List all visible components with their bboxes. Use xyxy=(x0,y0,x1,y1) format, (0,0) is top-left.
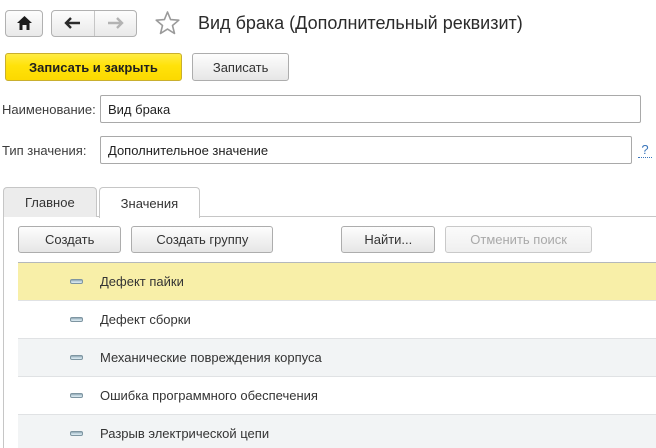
history-nav xyxy=(51,10,137,37)
create-group-button[interactable]: Создать группу xyxy=(131,226,273,253)
command-bar: Записать и закрыть Записать xyxy=(0,38,656,81)
back-button[interactable] xyxy=(52,11,94,36)
name-input[interactable] xyxy=(100,95,641,123)
list-item-label: Дефект сборки xyxy=(100,312,191,327)
help-link[interactable]: ? xyxy=(638,142,652,158)
back-arrow-icon xyxy=(64,17,82,29)
list-item[interactable]: Разрыв электрической цепи xyxy=(18,415,656,448)
forward-button[interactable] xyxy=(94,11,137,36)
values-panel: Создать Создать группу Найти... Отменить… xyxy=(3,217,656,448)
title-bar: Вид брака (Дополнительный реквизит) xyxy=(0,0,656,38)
home-icon xyxy=(16,15,33,31)
value-list: Дефект пайки Дефект сборки Механические … xyxy=(18,262,656,448)
value-element-icon xyxy=(70,393,83,398)
value-element-icon xyxy=(70,431,83,436)
list-item-label: Дефект пайки xyxy=(100,274,184,289)
find-button[interactable]: Найти... xyxy=(341,226,435,253)
value-element-icon xyxy=(70,317,83,322)
value-element-icon xyxy=(70,279,83,284)
type-field-row: Тип значения: ? xyxy=(2,136,656,164)
create-button[interactable]: Создать xyxy=(18,226,121,253)
tab-main[interactable]: Главное xyxy=(3,187,97,217)
name-field-row: Наименование: xyxy=(2,95,656,123)
type-label: Тип значения: xyxy=(2,143,100,158)
favorite-star-icon[interactable] xyxy=(154,10,181,36)
cancel-search-button[interactable]: Отменить поиск xyxy=(445,226,592,253)
list-item-label: Механические повреждения корпуса xyxy=(100,350,322,365)
list-item[interactable]: Ошибка программного обеспечения xyxy=(18,377,656,415)
list-item[interactable]: Дефект сборки xyxy=(18,301,656,339)
name-label: Наименование: xyxy=(2,102,100,117)
form-fields: Наименование: Тип значения: ? xyxy=(0,81,656,164)
list-toolbar: Создать Создать группу Найти... Отменить… xyxy=(4,226,656,253)
list-item-label: Разрыв электрической цепи xyxy=(100,426,269,441)
tab-values[interactable]: Значения xyxy=(99,187,200,218)
list-item[interactable]: Дефект пайки xyxy=(18,263,656,301)
list-item-label: Ошибка программного обеспечения xyxy=(100,388,318,403)
list-item[interactable]: Механические повреждения корпуса xyxy=(18,339,656,377)
home-button[interactable] xyxy=(5,10,43,37)
forward-arrow-icon xyxy=(106,17,124,29)
save-and-close-button[interactable]: Записать и закрыть xyxy=(5,53,182,81)
page-title: Вид брака (Дополнительный реквизит) xyxy=(198,13,523,34)
value-element-icon xyxy=(70,355,83,360)
tab-strip: Главное Значения xyxy=(3,187,656,217)
value-type-input[interactable] xyxy=(100,136,632,164)
save-button[interactable]: Записать xyxy=(192,53,290,81)
